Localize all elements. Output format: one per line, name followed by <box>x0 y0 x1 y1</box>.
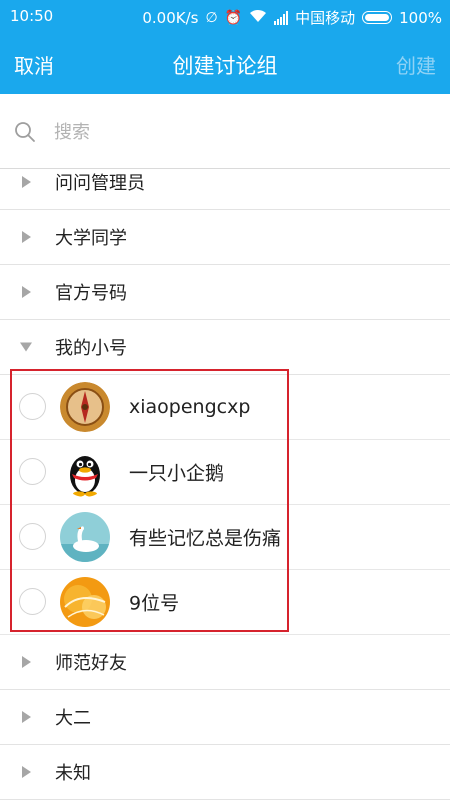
create-button[interactable]: 创建 <box>396 50 436 79</box>
penguin-avatar <box>60 447 110 497</box>
swan-avatar <box>60 512 110 562</box>
network-speed: 0.00K/s <box>142 8 199 27</box>
member-row[interactable]: 9位号 <box>0 570 450 635</box>
search-input[interactable] <box>52 114 436 150</box>
group-row-wenwen-admin[interactable]: 问问管理员 <box>0 169 450 210</box>
collapsed-arrow-icon <box>22 766 31 778</box>
collapsed-arrow-icon <box>22 711 31 723</box>
group-label: 师范好友 <box>55 653 127 674</box>
status-bar: 10:50 0.00K/s ∅ ⏰ 中国移动 100% <box>0 0 450 32</box>
group-row-official-numbers[interactable]: 官方号码 <box>0 265 450 320</box>
alarm-icon: ⏰ <box>224 9 243 26</box>
signal-icon <box>274 10 289 25</box>
select-radio[interactable] <box>19 588 46 615</box>
page-title: 创建讨论组 <box>172 54 278 78</box>
member-name: 一只小企鹅 <box>129 462 225 485</box>
group-label: 官方号码 <box>55 283 127 304</box>
expanded-arrow-icon <box>20 342 32 352</box>
member-name: 有些记忆总是伤痛 <box>129 527 282 550</box>
select-radio[interactable] <box>19 458 46 485</box>
group-label: 未知 <box>55 763 91 784</box>
battery-level: 100% <box>399 8 442 27</box>
member-row[interactable]: xiaopengcxp <box>0 375 450 440</box>
member-name: xiaopengcxp <box>129 396 251 418</box>
group-label: 我的小号 <box>55 338 127 359</box>
orange-pattern-avatar <box>60 577 110 627</box>
collapsed-arrow-icon <box>22 176 31 188</box>
battery-icon <box>362 11 393 24</box>
compass-avatar <box>60 382 110 432</box>
app-header: 10:50 0.00K/s ∅ ⏰ 中国移动 100% 取消 创建讨论组 创建 <box>0 0 450 94</box>
select-radio[interactable] <box>19 523 46 550</box>
group-row-my-accounts[interactable]: 我的小号 <box>0 320 450 375</box>
member-row[interactable]: 有些记忆总是伤痛 <box>0 505 450 570</box>
group-row-sophomore[interactable]: 大二 <box>0 690 450 745</box>
group-label: 大二 <box>55 708 91 729</box>
carrier-name: 中国移动 <box>295 9 356 27</box>
group-row-normal-friends[interactable]: 师范好友 <box>0 635 450 690</box>
wifi-icon <box>249 9 267 27</box>
collapsed-arrow-icon <box>22 286 31 298</box>
group-row-unknown[interactable]: 未知 <box>0 745 450 800</box>
vibrate-off-icon: ∅ <box>205 9 218 26</box>
member-row[interactable]: 一只小企鹅 <box>0 440 450 505</box>
search-bar <box>0 94 450 169</box>
collapsed-arrow-icon <box>22 231 31 243</box>
group-label: 问问管理员 <box>55 173 145 194</box>
status-time: 10:50 <box>10 7 54 25</box>
status-indicators: 0.00K/s ∅ ⏰ 中国移动 100% <box>142 7 442 28</box>
group-label: 大学同学 <box>55 228 127 249</box>
search-icon <box>14 121 36 143</box>
member-name: 9位号 <box>129 592 180 615</box>
collapsed-arrow-icon <box>22 656 31 668</box>
title-bar: 取消 创建讨论组 创建 <box>0 32 450 94</box>
group-row-university-classmates[interactable]: 大学同学 <box>0 210 450 265</box>
contact-group-list: 问问管理员 大学同学 官方号码 我的小号 xiaopengcxp 一只小企鹅 有… <box>0 169 450 800</box>
select-radio[interactable] <box>19 393 46 420</box>
